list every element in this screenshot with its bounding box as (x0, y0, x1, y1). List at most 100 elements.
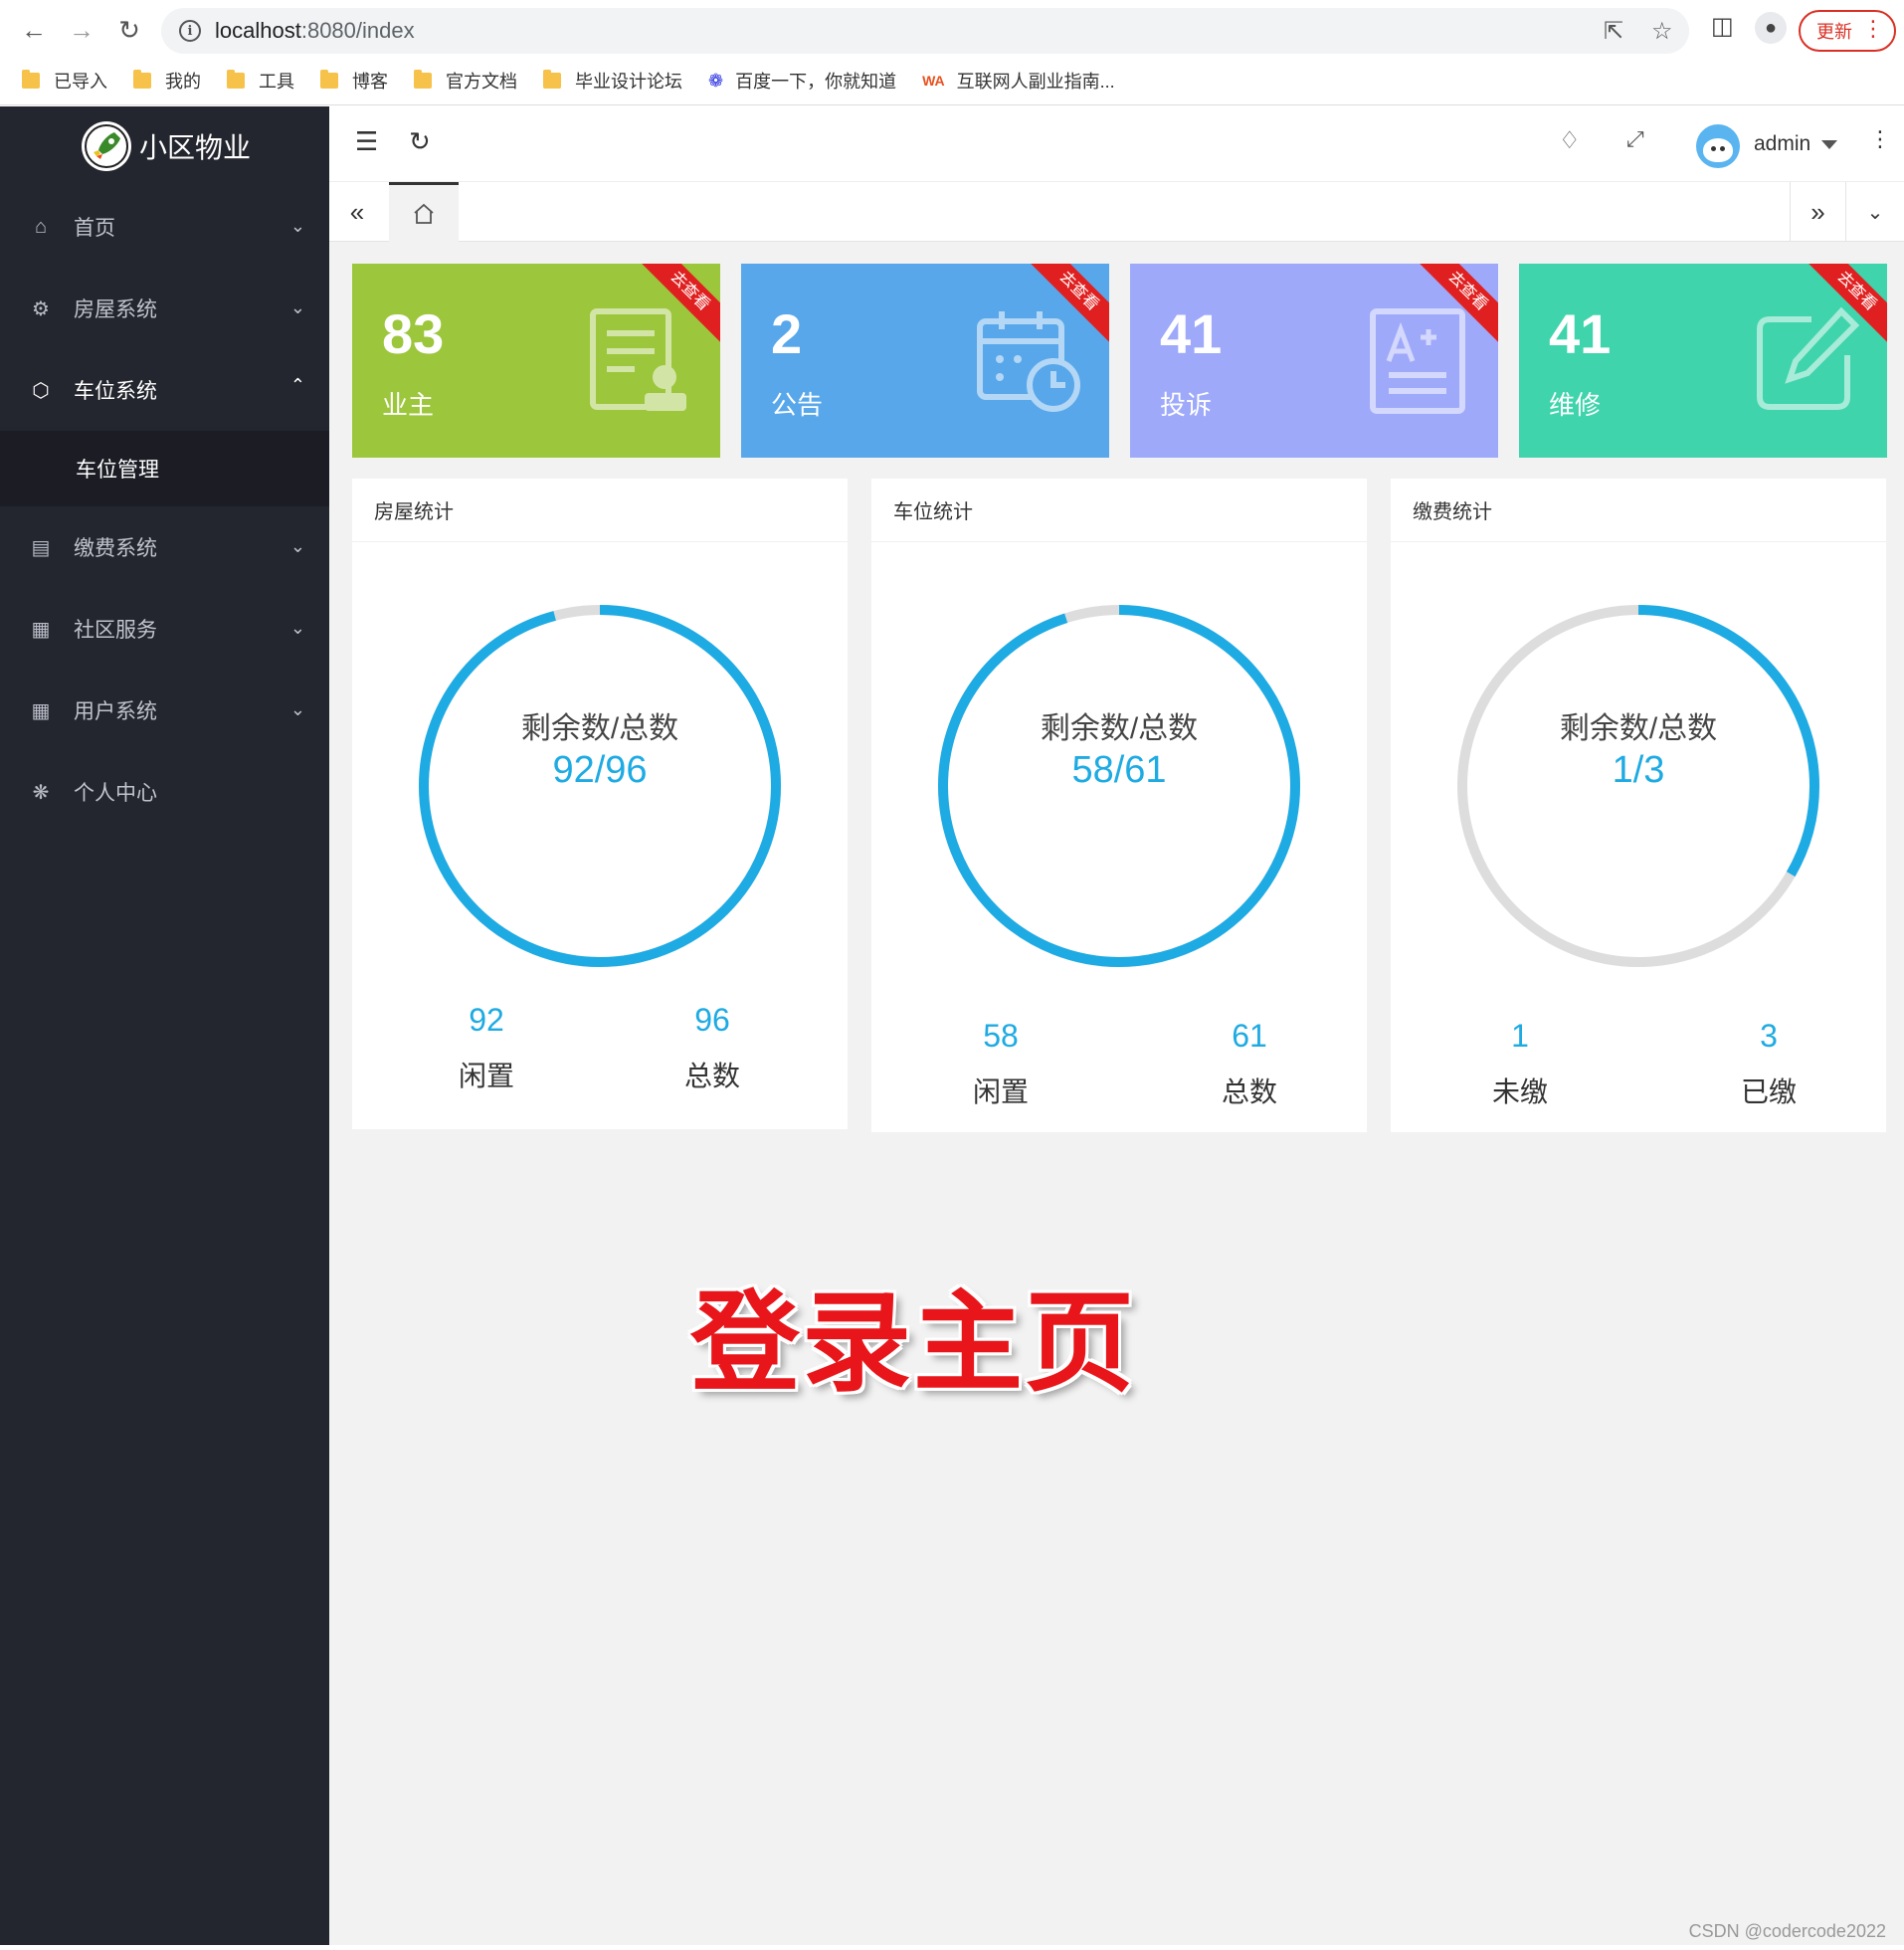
foot-label: 闲置 (972, 1076, 1029, 1107)
bookmark-item[interactable]: 我的 (133, 68, 201, 94)
folder-icon (414, 70, 432, 89)
sidebar-item-profile[interactable]: ❋ 个人中心 (0, 751, 329, 833)
stat-label: 维修 (1549, 390, 1602, 420)
csdn-credit: CSDN @codercode2022 (1688, 1921, 1886, 1941)
sidebar-item-label: 个人中心 (74, 782, 157, 805)
tab-home[interactable] (389, 182, 459, 242)
folder-icon (22, 70, 40, 89)
stat-value: 2 (771, 302, 803, 365)
stat-label: 公告 (771, 390, 824, 420)
settings-icon: ❋ (32, 781, 50, 804)
sidebar-item-payment[interactable]: ▤ 缴费系统 ⌄ (0, 506, 329, 588)
sidebar-item-label: 房屋系统 (74, 298, 157, 321)
top-header: ☰ ↻ ♢ ⤢ admin ⋮ (329, 106, 1904, 182)
foot-value: 96 (694, 1002, 730, 1038)
foot-value: 92 (469, 1002, 504, 1038)
sidebar-item-home[interactable]: ⌂ 首页 ⌄ (0, 186, 329, 268)
panel-title: 房屋统计 (352, 479, 848, 542)
sidebar-item-parking[interactable]: ⬡ 车位系统 ⌃ (0, 349, 329, 431)
scroll-right-icon[interactable]: » (1790, 182, 1845, 242)
ledger-icon: ▤ (31, 536, 51, 559)
update-label: 更新 (1816, 22, 1852, 42)
address-bar[interactable]: i localhost:8080/index ⇱ ☆ (161, 8, 1689, 54)
chevron-down-icon: ⌄ (289, 618, 305, 638)
bookmark-label: 已导入 (54, 72, 107, 92)
sidebar-subitem-parking-management[interactable]: 车位管理 (0, 431, 329, 506)
side-panel-icon[interactable]: ◫ (1711, 12, 1734, 41)
chevron-down-icon[interactable]: ⌄ (1845, 182, 1904, 242)
site-info-icon[interactable]: i (179, 20, 201, 42)
bookmark-label: 毕业设计论坛 (575, 72, 682, 92)
reload-icon[interactable]: ↻ (111, 12, 147, 48)
bookmark-label: 博客 (352, 72, 388, 92)
sidebar-item-label: 缴费系统 (74, 537, 157, 560)
foot-unpaid: 1 未缴 (1440, 1018, 1600, 1110)
star-icon[interactable]: ☆ (1651, 17, 1673, 46)
stat-card-owners[interactable]: 83 业主 去查看 (352, 264, 720, 458)
folder-icon (227, 70, 245, 89)
bookmark-item[interactable]: 博客 (320, 68, 388, 94)
sidebar-item-label: 社区服务 (74, 619, 157, 642)
sidebar-subitem-label: 车位管理 (76, 459, 159, 482)
panel-housing-stats: 房屋统计 剩余数/总数 92/96 92 闲置 96 总数 (352, 479, 848, 1129)
bookmark-item[interactable]: WA 互联网人副业指南... (922, 68, 1115, 94)
sidebar-item-housing[interactable]: ⚙ 房屋系统 ⌄ (0, 268, 329, 349)
tag-icon[interactable]: ♢ (1559, 126, 1581, 155)
stat-value: 83 (382, 302, 445, 365)
bookmark-item[interactable]: ❁ 百度一下，你就知道 (708, 68, 896, 94)
stat-card-repairs[interactable]: 41 维修 去查看 (1519, 264, 1887, 458)
stat-value: 41 (1549, 302, 1612, 365)
foot-value: 3 (1760, 1018, 1778, 1054)
panel-title: 车位统计 (871, 479, 1367, 542)
url-text[interactable]: localhost:8080/index (215, 18, 415, 44)
foot-total: 96 总数 (633, 1002, 792, 1094)
document-person-icon (590, 308, 686, 411)
foot-total: 61 总数 (1170, 1018, 1329, 1110)
caret-down-icon[interactable] (1821, 140, 1837, 149)
app-logo[interactable]: 小区物业 (0, 106, 329, 186)
foot-label: 总数 (683, 1061, 740, 1091)
profile-icon[interactable]: ● (1755, 12, 1787, 44)
scroll-left-icon[interactable]: « (329, 182, 385, 242)
back-arrow-icon[interactable]: ← (16, 12, 52, 48)
stat-value: 41 (1160, 302, 1223, 365)
panel-parking-stats: 车位统计 剩余数/总数 58/61 58 闲置 61 总数 (871, 479, 1367, 1132)
overlay-title: 登录主页 (690, 1282, 1136, 1405)
home-icon: ⌂ (34, 215, 48, 238)
menu-fold-icon[interactable]: ☰ (355, 126, 378, 157)
bookmark-label: 工具 (259, 72, 294, 92)
bookmark-item[interactable]: 毕业设计论坛 (543, 68, 682, 94)
bookmark-item[interactable]: 已导入 (22, 68, 107, 94)
refresh-icon[interactable]: ↻ (409, 126, 431, 157)
rocket-icon (82, 121, 131, 171)
wa-logo-icon: WA (922, 73, 945, 89)
chevron-down-icon: ⌄ (289, 216, 305, 236)
foot-idle: 92 闲置 (407, 1002, 566, 1094)
foot-label: 未缴 (1491, 1076, 1548, 1107)
bookmark-item[interactable]: 工具 (227, 68, 294, 94)
stat-card-notices[interactable]: 2 公告 去查看 (741, 264, 1109, 458)
folder-icon (543, 70, 561, 89)
stat-card-complaints[interactable]: 41 投诉 去查看 (1130, 264, 1498, 458)
more-vertical-icon: ⋮ (1862, 16, 1884, 41)
foot-label: 总数 (1221, 1076, 1277, 1107)
forward-arrow-icon[interactable]: → (64, 12, 99, 48)
avatar-face (1703, 138, 1733, 162)
cube-icon: ⬡ (32, 379, 50, 402)
bookmark-item[interactable]: 官方文档 (414, 68, 517, 94)
avatar[interactable] (1696, 124, 1740, 168)
update-button[interactable]: 更新 ⋮ (1799, 10, 1896, 52)
sidebar-item-users[interactable]: ▦ 用户系统 ⌄ (0, 670, 329, 751)
baidu-paw-icon: ❁ (708, 70, 724, 91)
url-host: localhost (215, 18, 301, 43)
sidebar-item-community[interactable]: ▦ 社区服务 ⌄ (0, 588, 329, 670)
more-vertical-icon[interactable]: ⋮ (1869, 126, 1891, 152)
edit-square-icon (1757, 306, 1860, 410)
share-icon[interactable]: ⇱ (1604, 17, 1623, 46)
foot-value: 61 (1232, 1018, 1267, 1054)
ring-label: 剩余数/总数 (1040, 712, 1199, 745)
username[interactable]: admin (1754, 132, 1810, 156)
fullscreen-icon[interactable]: ⤢ (1626, 126, 1644, 152)
main-content: 83 业主 去查看 2 公告 去查看 41 投诉 去查看 41 维修 去查看 房… (329, 242, 1904, 1945)
grade-document-icon (1370, 308, 1465, 414)
